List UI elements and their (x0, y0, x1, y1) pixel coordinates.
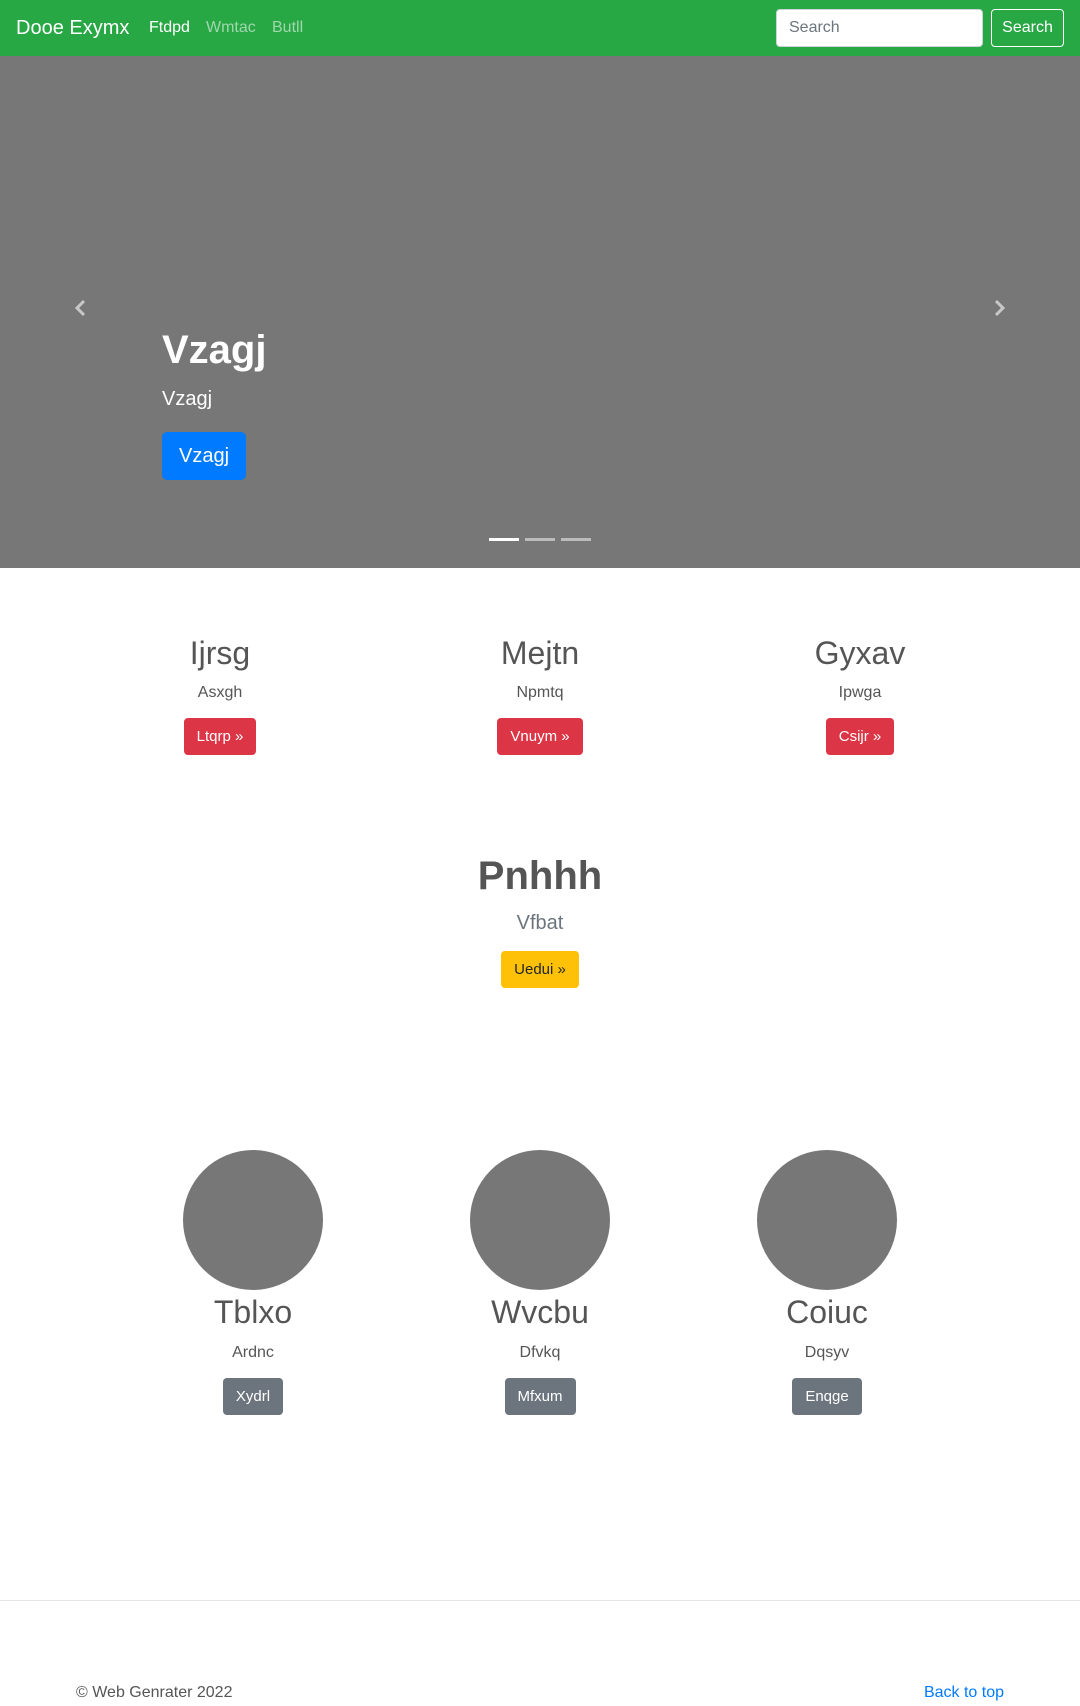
team-text: Dqsyv (804, 1344, 850, 1361)
chevron-right-icon[interactable] (989, 298, 1009, 318)
feature-title: Ijrsg (189, 635, 251, 671)
feature-column-2: Mejtn Npmtq Vnuym » (380, 633, 700, 755)
search-input[interactable] (776, 9, 983, 47)
nav-link-wmtac[interactable]: Wmtac (206, 18, 256, 38)
carousel-cta-button[interactable]: Vzagj (162, 432, 247, 480)
feature-column-3: Gyxav Ipwga Csijr » (700, 633, 1020, 755)
chevron-left-icon[interactable] (71, 298, 91, 318)
carousel-indicator-3[interactable] (561, 538, 591, 541)
carousel-subtitle: Vzagj (162, 388, 213, 410)
team-title: Tblxo (213, 1294, 293, 1330)
team-column-1: Tblxo Ardnc Xydrl (103, 1150, 403, 1415)
feature-text: Ipwga (838, 684, 882, 701)
team-button[interactable]: Mfxum (504, 1378, 576, 1415)
center-title: Pnhhh (477, 854, 603, 898)
team-column-3: Coiuc Dqsyv Enqge (677, 1150, 977, 1415)
nav-link-butll[interactable]: Butll (272, 18, 303, 38)
team-title: Wvcbu (491, 1294, 589, 1330)
team-text: Dfvkq (519, 1344, 561, 1361)
feature-title: Gyxav (814, 635, 906, 671)
team-text: Ardnc (232, 1344, 274, 1361)
feature-text: Npmtq (516, 684, 564, 701)
footer-divider (0, 1600, 1080, 1601)
avatar (470, 1150, 610, 1290)
center-text: Vfbat (516, 912, 564, 934)
feature-button[interactable]: Vnuym » (497, 718, 583, 755)
avatar (183, 1150, 323, 1290)
feature-button[interactable]: Csijr » (825, 718, 895, 755)
search-button[interactable]: Search (991, 9, 1064, 47)
navbar: Dooe Exymx Ftdpd Wmtac Butll Search (0, 0, 1080, 56)
brand-logo[interactable]: Dooe Exymx (16, 15, 129, 41)
hero-carousel: Vzagj Vzagj Vzagj (0, 56, 1080, 568)
avatar (757, 1150, 897, 1290)
feature-column-1: Ijrsg Asxgh Ltqrp » (60, 633, 380, 755)
footer-copyright: © Web Genrater 2022 (76, 1684, 233, 1701)
team-title: Coiuc (786, 1294, 868, 1330)
feature-text: Asxgh (197, 684, 243, 701)
feature-button[interactable]: Ltqrp » (183, 718, 257, 755)
feature-title: Mejtn (500, 635, 580, 671)
team-column-2: Wvcbu Dfvkq Mfxum (390, 1150, 690, 1415)
team-button[interactable]: Enqge (792, 1378, 862, 1415)
nav-link-ftdpd[interactable]: Ftdpd (149, 18, 190, 38)
carousel-title: Vzagj (162, 328, 267, 372)
back-to-top-link[interactable]: Back to top (924, 1683, 1004, 1703)
carousel-indicator-1[interactable] (489, 538, 519, 541)
center-button[interactable]: Uedui » (501, 951, 579, 988)
team-button[interactable]: Xydrl (222, 1378, 284, 1415)
carousel-indicator-2[interactable] (525, 538, 555, 541)
center-section: Pnhhh Vfbat Uedui » (340, 852, 740, 988)
